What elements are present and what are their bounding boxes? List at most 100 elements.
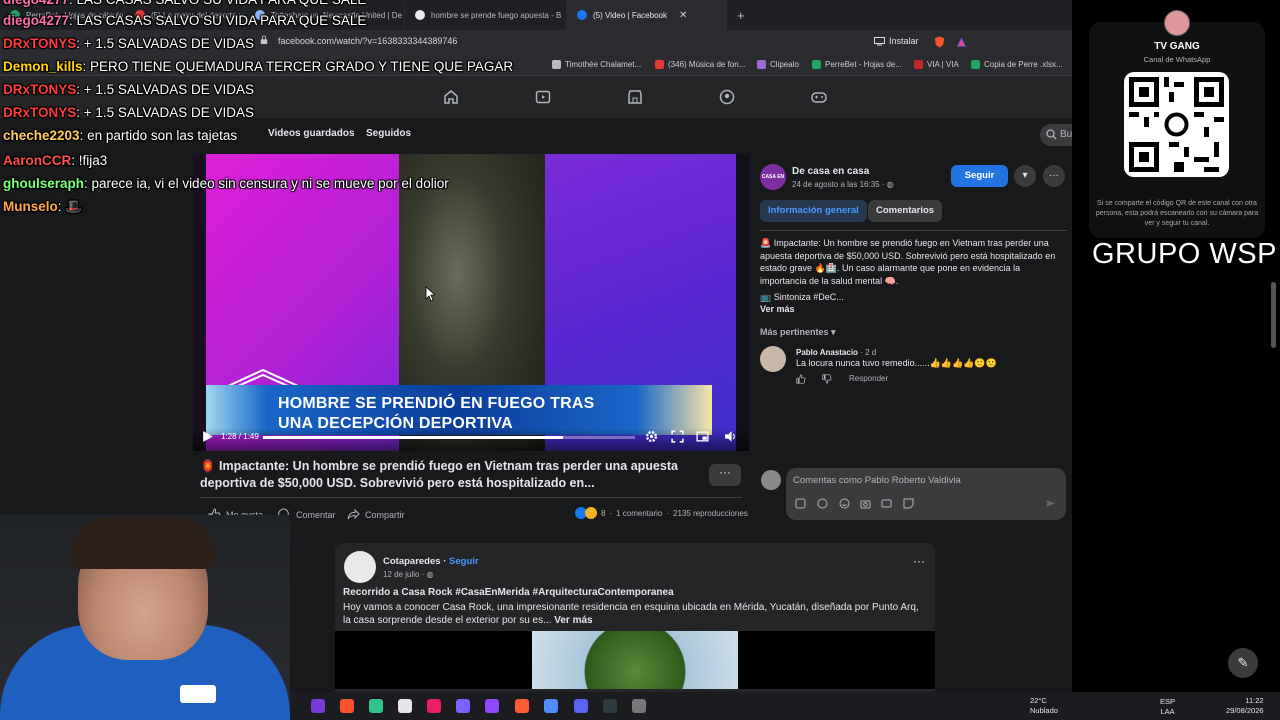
video-edge-right: [736, 154, 749, 451]
chat-message: AaronCCR: !fija3: [3, 153, 107, 168]
language-indicator[interactable]: ESP LAA: [1160, 697, 1175, 717]
reply-link[interactable]: Responder: [849, 374, 888, 383]
post-follow-link[interactable]: Seguir: [449, 556, 479, 567]
chat-text: : 🎩: [57, 199, 83, 214]
tab-comments[interactable]: Comentarios: [868, 200, 943, 222]
comment-dislike-icon[interactable]: [822, 374, 832, 384]
emoji-icon[interactable]: [839, 498, 850, 509]
sheets-icon: [971, 60, 980, 69]
post-date: 12 de julio · ◍: [383, 570, 434, 579]
system-clock[interactable]: 11:22 29/08/2026: [1226, 696, 1264, 716]
page-scrollbar-thumb[interactable]: [1271, 282, 1276, 348]
app-icon[interactable]: [311, 699, 325, 713]
see-more-link[interactable]: Ver más: [554, 615, 592, 626]
app-icon[interactable]: [515, 699, 529, 713]
app-icon[interactable]: [456, 699, 470, 713]
twitch-icon[interactable]: [485, 699, 499, 713]
post-stats: 8 · 1 comentario · 2135 reproducciones: [575, 507, 748, 519]
avatar-sticker-icon[interactable]: [817, 498, 828, 509]
chat-message: diego4277: LAS CASAS SALVO SU VIDA PARA …: [3, 13, 366, 28]
new-message-button[interactable]: ✎: [1228, 648, 1258, 678]
new-tab-button[interactable]: +: [727, 8, 755, 23]
chat-username: diego4277: [3, 13, 70, 28]
brave-rewards-icon[interactable]: [955, 35, 968, 49]
comment-like-icon[interactable]: [796, 374, 806, 384]
gaming-icon[interactable]: [810, 88, 828, 106]
sticker-face-icon[interactable]: [903, 498, 914, 509]
tab-facebook-video[interactable]: (5) Video | Facebook ✕: [567, 0, 727, 30]
follow-button[interactable]: Seguir: [951, 165, 1008, 187]
app-icon[interactable]: [427, 699, 441, 713]
subnav-saved-videos[interactable]: Videos guardados: [268, 128, 355, 139]
views-count: 2135 reproducciones: [673, 508, 748, 518]
brave-shield-icon[interactable]: [933, 35, 946, 49]
tab-general-info[interactable]: Información general: [760, 200, 867, 222]
app-icon[interactable]: [544, 699, 558, 713]
channel-subtitle: Canal de WhatsApp: [1143, 55, 1211, 64]
picture-in-picture-icon[interactable]: [696, 430, 709, 443]
qr-code-icon: [1129, 77, 1224, 172]
page-name[interactable]: De casa en casa: [792, 166, 869, 177]
video-edge-left: [193, 154, 206, 451]
groups-icon[interactable]: [718, 88, 736, 106]
sheets-icon: [812, 60, 821, 69]
app-icon[interactable]: [398, 699, 412, 713]
bookmark-perrebet[interactable]: PerreBet - Hojas de...: [812, 60, 902, 69]
chat-message: Munselo: 🎩: [3, 199, 82, 215]
video-player[interactable]: HOMBRE SE PRENDIÓ EN FUEGO TRAS UNA DECEP…: [193, 154, 749, 451]
video-icon[interactable]: [534, 88, 552, 106]
send-icon[interactable]: [1045, 498, 1056, 509]
my-avatar: [761, 470, 781, 490]
chat-message: DRxTONYS: + 1.5 SALVADAS DE VIDAS: [3, 105, 254, 120]
page-avatar[interactable]: CASA EN CASA: [760, 164, 786, 206]
chat-text: : LAS CASAS SALVO SU VIDA PARA QUE SALE: [69, 13, 367, 28]
comments-sort-dropdown[interactable]: Más pertinentes ▾: [760, 327, 836, 338]
gif-icon[interactable]: [881, 498, 892, 509]
chat-message: ghoulseraph: parece ia, vi el video sin …: [3, 176, 449, 191]
play-icon[interactable]: [201, 430, 214, 443]
mouse-cursor-icon: [425, 286, 435, 302]
video-progress-bar[interactable]: [263, 436, 635, 439]
video-more-button[interactable]: ···: [709, 464, 741, 486]
marketplace-icon[interactable]: [626, 88, 644, 106]
camera-icon[interactable]: [860, 498, 871, 509]
share-button[interactable]: Compartir: [347, 508, 405, 521]
post-image: [532, 631, 738, 689]
fullscreen-icon[interactable]: [671, 430, 684, 443]
globe-icon: ◍: [886, 180, 894, 189]
more-options-icon[interactable]: ···: [1043, 165, 1065, 187]
subnav-following[interactable]: Seguidos: [366, 128, 411, 139]
post-author-avatar[interactable]: [344, 551, 376, 583]
save-icon[interactable]: ▾: [1014, 165, 1036, 187]
home-icon[interactable]: [442, 88, 460, 106]
bookmark-copia-perre[interactable]: Copia de Perre .xlsx...: [971, 60, 1063, 69]
chat-username: DRxTONYS: [3, 105, 77, 120]
brave-browser-icon[interactable]: [340, 699, 354, 713]
site-settings-icon[interactable]: [260, 35, 268, 45]
see-more-link[interactable]: Ver más: [760, 304, 795, 314]
post-more-icon[interactable]: ···: [913, 554, 925, 568]
comment-text: La locura nunca tuvo remedio......👍👍👍👍🙁🙁: [796, 358, 997, 368]
app-icon[interactable]: [603, 699, 617, 713]
app-icon[interactable]: [632, 699, 646, 713]
discord-icon[interactable]: [574, 699, 588, 713]
bookmark-clipealo[interactable]: Clipealo: [757, 60, 799, 69]
sticker-icon[interactable]: [795, 498, 806, 509]
commenter-avatar[interactable]: [760, 346, 786, 372]
search-icon: [1046, 129, 1057, 140]
chat-username: DRxTONYS: [3, 82, 77, 97]
url-text[interactable]: facebook.com/watch/?v=1638333344389746: [278, 36, 457, 46]
comments-count[interactable]: 1 comentario: [616, 509, 662, 518]
settings-gear-icon[interactable]: [645, 430, 658, 443]
close-tab-icon[interactable]: ✕: [679, 10, 687, 21]
volume-icon[interactable]: [724, 430, 737, 443]
bookmark-musica[interactable]: (346) Música de fon...: [655, 60, 745, 69]
comment-author: Pablo Anastacio · 2 d: [796, 348, 877, 357]
bookmark-timothee[interactable]: Timothée Chalamet...: [552, 60, 641, 69]
weather-widget[interactable]: 22°C Nublado: [1030, 696, 1058, 716]
bookmark-via[interactable]: VIA | VIA: [914, 60, 959, 69]
app-icon[interactable]: [369, 699, 383, 713]
comment-input-placeholder[interactable]: Comentas como Pablo Roberto Valdivia: [793, 475, 961, 486]
install-button[interactable]: Instalar: [874, 36, 919, 46]
tab-busqueda[interactable]: hombre se prende fuego apuesta - B: [405, 0, 567, 30]
